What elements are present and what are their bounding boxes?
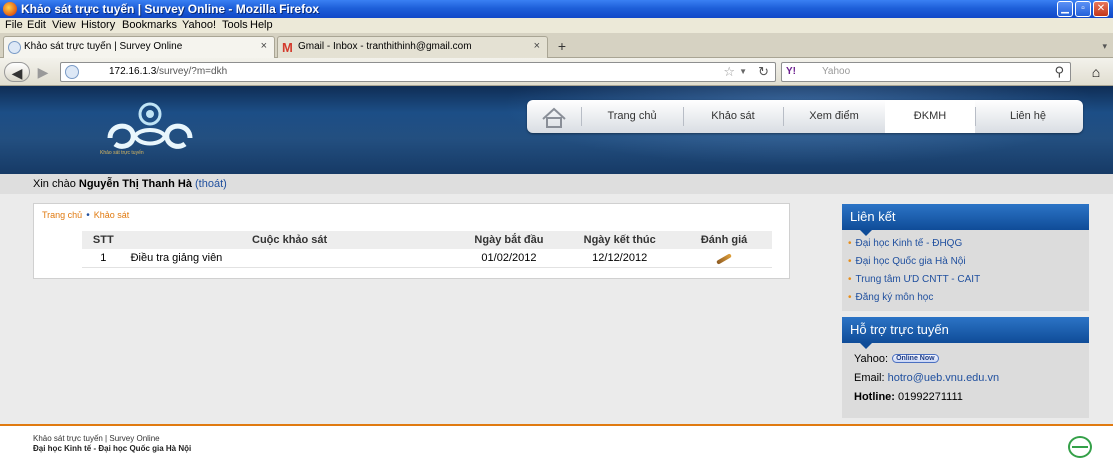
logo-caption: Khảo sát trực tuyến bbox=[100, 150, 144, 156]
nav-trang-chu[interactable]: Trang chủ bbox=[582, 100, 682, 133]
hotline-row: Hotline: 01992271111 bbox=[854, 391, 963, 403]
forward-button[interactable]: ▶ bbox=[34, 62, 52, 82]
back-button[interactable]: ◀ bbox=[4, 62, 30, 82]
menu-view[interactable]: View bbox=[52, 19, 76, 31]
col-end-date: Ngày kết thúc bbox=[563, 231, 677, 249]
site-banner: Khảo sát trực tuyến Trang chủ Khảo sát X… bbox=[0, 86, 1113, 174]
search-bar[interactable]: Y! Yahoo ⚲ bbox=[781, 62, 1071, 82]
col-stt: STT bbox=[82, 231, 125, 249]
link-cait[interactable]: Trung tâm ƯD CNTT - CAIT bbox=[848, 274, 1089, 292]
nav-dkmh[interactable]: ĐKMH bbox=[885, 100, 975, 133]
yahoo-online-badge[interactable]: Online Now bbox=[892, 354, 939, 363]
maximize-button[interactable]: ▫ bbox=[1075, 1, 1091, 17]
user-name: Nguyễn Thị Thanh Hà bbox=[78, 178, 192, 190]
menu-history[interactable]: History bbox=[81, 19, 115, 31]
table-header: STT Cuộc khảo sát Ngày bắt đầu Ngày kết … bbox=[82, 231, 772, 249]
email-row: Email: hotro@ueb.vnu.edu.vn bbox=[854, 372, 1000, 384]
footer-line-1: Khảo sát trực tuyến | Survey Online bbox=[33, 434, 160, 443]
tab-gmail[interactable]: M Gmail - Inbox - tranthithinh@gmail.com… bbox=[277, 36, 548, 58]
breadcrumb-home[interactable]: Trang chủ bbox=[42, 210, 82, 220]
yahoo-engine-icon[interactable]: Y! bbox=[786, 66, 796, 77]
footer-logo-icon bbox=[1068, 436, 1092, 458]
tab-label: Khảo sát trực tuyến | Survey Online bbox=[24, 41, 183, 52]
yahoo-row: Yahoo: Online Now bbox=[854, 353, 1089, 372]
tab-label: Gmail - Inbox - tranthithinh@gmail.com bbox=[298, 41, 472, 52]
edit-pencil-icon[interactable] bbox=[716, 253, 732, 265]
links-list: Đại học Kinh tế - ĐHQG Đại học Quốc gia … bbox=[842, 230, 1089, 314]
link-dh-quoc-gia[interactable]: Đại học Quốc gia Hà Nội bbox=[848, 256, 1089, 274]
greeting-bar: Xin chào Nguyễn Thị Thanh Hà (thoát) bbox=[0, 174, 1113, 194]
tab-list-icon[interactable]: ▾ bbox=[1102, 41, 1107, 52]
breadcrumb: Trang chủ • Khảo sát bbox=[42, 210, 130, 221]
new-tab-button[interactable]: + bbox=[551, 38, 573, 56]
tab-survey-online[interactable]: Khảo sát trực tuyến | Survey Online × bbox=[3, 36, 275, 58]
greeting-prefix: Xin chào bbox=[33, 178, 76, 190]
site-identity-icon[interactable] bbox=[65, 65, 79, 79]
col-survey: Cuộc khảo sát bbox=[124, 231, 455, 249]
home-icon[interactable] bbox=[527, 100, 581, 133]
gmail-icon: M bbox=[282, 40, 293, 55]
search-icon[interactable]: ⚲ bbox=[1054, 64, 1064, 80]
home-icon[interactable]: ⌂ bbox=[1085, 62, 1107, 82]
menu-bookmarks[interactable]: Bookmarks bbox=[122, 19, 177, 31]
links-box: Liên kết Đại học Kinh tế - ĐHQG Đại học … bbox=[842, 204, 1089, 311]
nav-khao-sat[interactable]: Khảo sát bbox=[684, 100, 782, 133]
row-survey-name[interactable]: Điều tra giảng viên bbox=[124, 249, 455, 268]
row-stt: 1 bbox=[82, 249, 125, 268]
link-dh-kinh-te[interactable]: Đại học Kinh tế - ĐHQG bbox=[848, 238, 1089, 256]
close-tab-icon[interactable]: × bbox=[534, 40, 540, 52]
window-title: Khảo sát trực tuyến | Survey Online - Mo… bbox=[21, 2, 320, 16]
col-rating: Đánh giá bbox=[676, 231, 772, 249]
menu-tools[interactable]: Tools bbox=[222, 19, 248, 31]
survey-panel: Trang chủ • Khảo sát STT Cuộc khảo sát Ngà… bbox=[33, 203, 790, 279]
links-box-title: Liên kết bbox=[842, 204, 1089, 236]
menu-edit[interactable]: Edit bbox=[27, 19, 46, 31]
url-text[interactable]: 172.16.1.3/survey/?m=dkh bbox=[109, 66, 227, 77]
logout-link[interactable]: (thoát) bbox=[195, 178, 227, 190]
nav-lien-he[interactable]: Liên hệ bbox=[976, 100, 1080, 133]
col-start-date: Ngày bắt đầu bbox=[454, 231, 564, 249]
firefox-icon bbox=[3, 2, 17, 16]
link-dang-ky-mon-hoc[interactable]: Đăng ký môn học bbox=[848, 292, 1089, 310]
search-placeholder: Yahoo bbox=[822, 66, 851, 77]
main-navigation: Trang chủ Khảo sát Xem điểm ĐKMH Liên hệ bbox=[527, 100, 1083, 133]
navigation-toolbar: ◀ ▶ 172.16.1.3/survey/?m=dkh ☆ ▼ ↻ Y! Ya… bbox=[0, 58, 1113, 86]
nav-xem-diem[interactable]: Xem điểm bbox=[784, 100, 884, 133]
menu-help[interactable]: Help bbox=[250, 19, 273, 31]
page-icon bbox=[8, 41, 21, 54]
minimize-button[interactable]: ▁ bbox=[1057, 1, 1073, 17]
site-footer: Khảo sát trực tuyến | Survey Online Đại … bbox=[0, 424, 1113, 474]
url-bar[interactable]: 172.16.1.3/survey/?m=dkh ☆ ▼ ↻ bbox=[60, 62, 776, 82]
hotline-number: 01992271111 bbox=[898, 391, 963, 403]
support-email-link[interactable]: hotro@ueb.vnu.edu.vn bbox=[888, 372, 999, 384]
survey-table: STT Cuộc khảo sát Ngày bắt đầu Ngày kết … bbox=[82, 231, 772, 268]
bookmark-star-icon[interactable]: ☆ bbox=[723, 64, 735, 80]
support-box-title: Hỗ trợ trực tuyến bbox=[842, 317, 1089, 349]
tab-bar: Khảo sát trực tuyến | Survey Online × M … bbox=[0, 33, 1113, 58]
content-area: Trang chủ • Khảo sát STT Cuộc khảo sát Ngà… bbox=[0, 194, 1113, 424]
close-window-button[interactable]: ✕ bbox=[1093, 1, 1109, 17]
menu-yahoo[interactable]: Yahoo! bbox=[182, 19, 216, 31]
row-end-date: 12/12/2012 bbox=[563, 249, 677, 268]
close-tab-icon[interactable]: × bbox=[261, 40, 267, 52]
window-titlebar: Khảo sát trực tuyến | Survey Online - Mo… bbox=[0, 0, 1113, 18]
reload-icon[interactable]: ↻ bbox=[758, 64, 769, 80]
row-rating bbox=[676, 249, 772, 268]
footer-line-2: Đại học Kinh tế - Đại học Quốc gia Hà Nộ… bbox=[33, 444, 192, 453]
table-row: 1 Điều tra giảng viên 01/02/2012 12/12/2… bbox=[82, 249, 772, 268]
breadcrumb-khao-sat[interactable]: Khảo sát bbox=[94, 210, 130, 220]
url-history-dropdown-icon[interactable]: ▼ bbox=[739, 67, 747, 76]
web-page: Khảo sát trực tuyến Trang chủ Khảo sát X… bbox=[0, 86, 1113, 474]
menu-bar: File Edit View History Bookmarks Yahoo! … bbox=[0, 18, 1113, 33]
menu-file[interactable]: File bbox=[5, 19, 23, 31]
support-box: Hỗ trợ trực tuyến Yahoo: Online Now Email… bbox=[842, 317, 1089, 418]
support-details: Yahoo: Online Now Email: hotro@ueb.vnu.ed… bbox=[842, 343, 1089, 416]
row-start-date: 01/02/2012 bbox=[454, 249, 564, 268]
